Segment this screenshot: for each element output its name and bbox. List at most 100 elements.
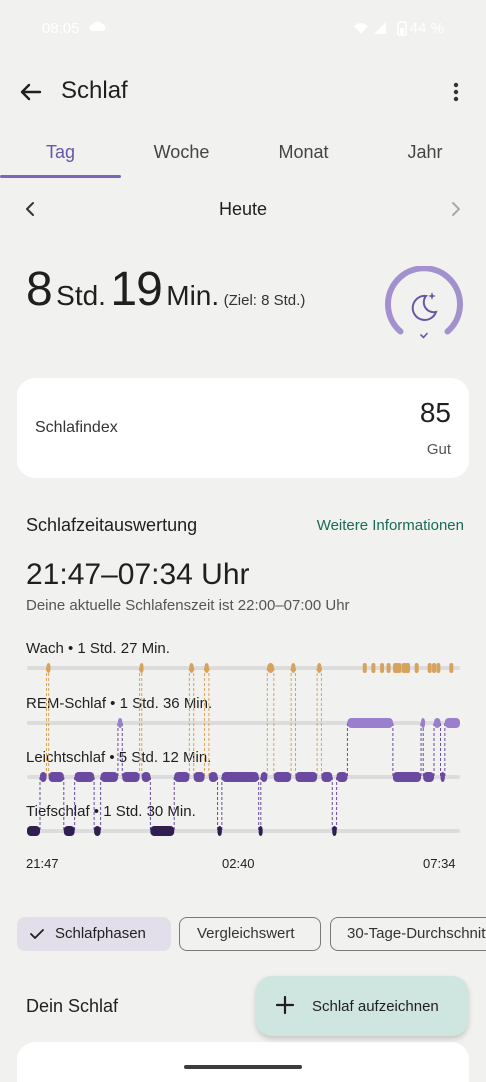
tab-day[interactable]: Tag: [0, 142, 121, 163]
wake-mark: [406, 663, 411, 673]
stage-segment: [295, 772, 318, 782]
stage-segment: [392, 772, 422, 782]
stage-segment: [273, 772, 292, 782]
wake-mark: [436, 663, 441, 673]
stage-segment: [27, 826, 40, 836]
stage-segment: [347, 718, 393, 728]
stage-segment: [332, 826, 337, 836]
sleep-duration: 8 Std. 19 Min. (Ziel: 8 Std.): [26, 262, 305, 317]
analysis-title: Schlafzeitauswertung: [26, 515, 198, 535]
stage-segment: [189, 663, 194, 673]
stage-segment: [174, 772, 190, 782]
stage-segment: [122, 772, 140, 782]
your-sleep-title: Dein Schlaf: [26, 996, 119, 1016]
score-value: 85: [419, 397, 451, 428]
stage-segment: [150, 826, 175, 836]
stage-segment: [440, 772, 445, 782]
stage-segment: [141, 772, 151, 782]
cloud-icon: [89, 21, 106, 31]
status-bar: 08:05 44 %: [0, 0, 486, 58]
stage-segment: [63, 826, 75, 836]
record-sleep-label: Schlaf aufzeichnen: [312, 998, 439, 1015]
status-time: 08:05: [42, 20, 80, 37]
tab-week[interactable]: Woche: [121, 142, 242, 163]
sleep-stages-chart: Wach • 1 Std. 27 Min. REM-Schlaf • 1 Std…: [0, 630, 486, 880]
x-tick-middle: 02:40: [222, 856, 255, 871]
stage-segment: [291, 663, 296, 673]
stage-segment: [321, 772, 333, 782]
sleep-goal-ring: [385, 266, 463, 339]
wake-mark: [427, 663, 432, 673]
stage-segment: [217, 826, 222, 836]
moon-stars-icon: [411, 292, 438, 321]
sleep-time-range: 21:47–07:34 Uhr: [26, 558, 250, 591]
stage-segment: [100, 772, 118, 782]
stage-segment: [48, 772, 64, 782]
check-icon: [420, 332, 428, 339]
wake-mark: [371, 663, 376, 673]
stage-segment: [117, 718, 123, 728]
period-tabs: Tag Woche Monat Jahr: [0, 128, 486, 180]
battery-level: 44 %: [409, 20, 444, 37]
chip-sleep-phases[interactable]: Schlafphasen: [17, 917, 171, 951]
wake-mark: [380, 663, 385, 673]
stage-segment: [423, 772, 435, 782]
chip-30-day-average[interactable]: 30-Tage-Durchschnitt: [330, 917, 486, 951]
stage-segment: [267, 663, 274, 673]
more-info-link[interactable]: Weitere Informationen: [300, 517, 464, 534]
home-indicator[interactable]: [184, 1065, 302, 1069]
page-title: Schlaf: [61, 77, 128, 104]
back-arrow-icon[interactable]: [16, 80, 44, 104]
active-tab-indicator: [0, 175, 121, 178]
stage-segment: [434, 718, 441, 728]
x-tick-start: 21:47: [26, 856, 59, 871]
duration-hours: 8: [26, 263, 53, 316]
your-sleep-card: [17, 1042, 469, 1082]
duration-goal: (Ziel: 8 Std.): [223, 292, 306, 309]
score-rating: Gut: [426, 441, 451, 458]
date-label: Heute: [218, 199, 268, 219]
stage-segment: [46, 663, 51, 673]
chart-filter-chips: Schlafphasen Vergleichswert 30-Tage-Durc…: [0, 912, 486, 956]
stage-segment: [336, 772, 348, 782]
stage-segment: [94, 826, 101, 836]
duration-minutes: 19: [110, 263, 162, 316]
stage-segment: [421, 718, 426, 728]
wake-mark: [432, 663, 437, 673]
chevron-right-icon: [452, 202, 460, 216]
hypnogram-svg: [27, 663, 460, 836]
stage-segment: [260, 772, 268, 782]
stage-segment: [317, 663, 322, 673]
chip-label: Vergleichswert: [197, 925, 295, 942]
duration-hours-unit: Std.: [56, 280, 106, 311]
more-options-icon[interactable]: [448, 80, 464, 104]
x-tick-end: 07:34: [423, 856, 456, 871]
stage-segment: [74, 772, 95, 782]
stage-segment: [39, 772, 47, 782]
plus-icon: [275, 995, 295, 1015]
wake-mark: [414, 663, 419, 673]
chip-label: Schlafphasen: [55, 925, 146, 942]
stage-segment: [258, 826, 263, 836]
wake-mark: [386, 663, 391, 673]
chip-comparison[interactable]: Vergleichswert: [179, 917, 321, 951]
score-label: Schlafindex: [35, 419, 118, 436]
stage-baseline: [27, 721, 460, 725]
stage-segment: [208, 772, 218, 782]
stage-segment: [444, 718, 460, 728]
stage-segment: [193, 772, 205, 782]
wake-mark: [362, 663, 367, 673]
stage-segment: [204, 663, 209, 673]
schedule-note: Deine aktuelle Schlafenszeit ist 22:00–0…: [26, 597, 350, 614]
tab-month[interactable]: Monat: [243, 142, 364, 163]
chip-label: 30-Tage-Durchschnitt: [347, 925, 486, 942]
duration-minutes-unit: Min.: [166, 280, 220, 311]
stage-baseline: [27, 829, 460, 833]
signal-wifi-icons: [354, 21, 407, 36]
check-icon: [30, 929, 44, 939]
wake-mark: [397, 663, 402, 673]
tab-year[interactable]: Jahr: [364, 142, 486, 163]
wake-mark: [449, 663, 454, 673]
stage-segment: [139, 663, 144, 673]
stage-segment: [221, 772, 259, 782]
